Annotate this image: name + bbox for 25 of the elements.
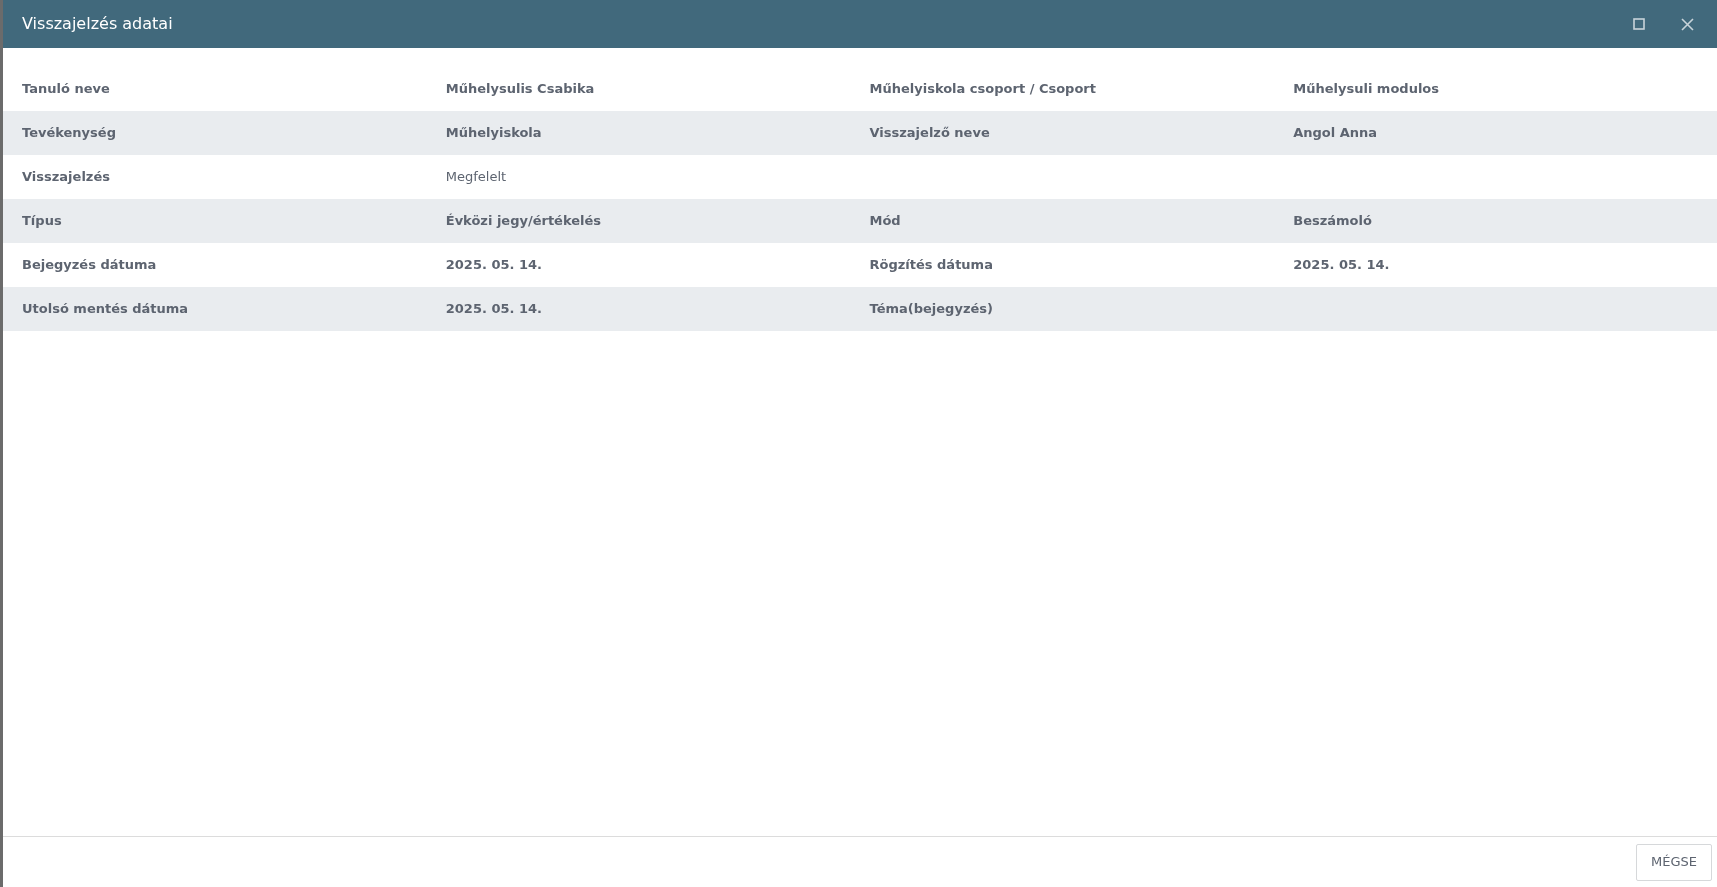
field-value: Megfelelt [445,168,507,187]
field-value: Műhelyiskola [445,124,542,143]
field-label: Visszajelző neve [869,124,990,143]
field-value: 2025. 05. 14. [1293,256,1390,275]
field-label: Rögzítés dátuma [869,256,993,275]
field-label: Bejegyzés dátuma [22,256,157,275]
close-icon [1680,17,1694,31]
field-label: Tevékenység [22,124,116,143]
field-value: 2025. 05. 14. [445,300,542,319]
field-label: Utolsó mentés dátuma [22,300,189,319]
field-label: Tanuló neve [22,80,110,99]
field-label: Típus [22,212,62,231]
field-value: Műhelysuli modulos [1293,80,1440,99]
field-value: Évközi jegy/értékelés [445,212,602,231]
field-value: Beszámoló [1293,212,1372,231]
field-label: Téma(bejegyzés) [869,300,993,319]
field-value: 2025. 05. 14. [445,256,542,275]
cancel-button[interactable]: MÉGSE [1636,843,1712,881]
field-label: Műhelyiskola csoport / Csoport [869,80,1096,99]
field-label: Mód [869,212,901,231]
field-value: Angol Anna [1293,124,1378,143]
field-value: Műhelysulis Csabika [445,80,595,99]
field-label: Visszajelzés [22,168,110,187]
window-title: Visszajelzés adatai [22,13,173,35]
square-icon [1633,18,1645,30]
